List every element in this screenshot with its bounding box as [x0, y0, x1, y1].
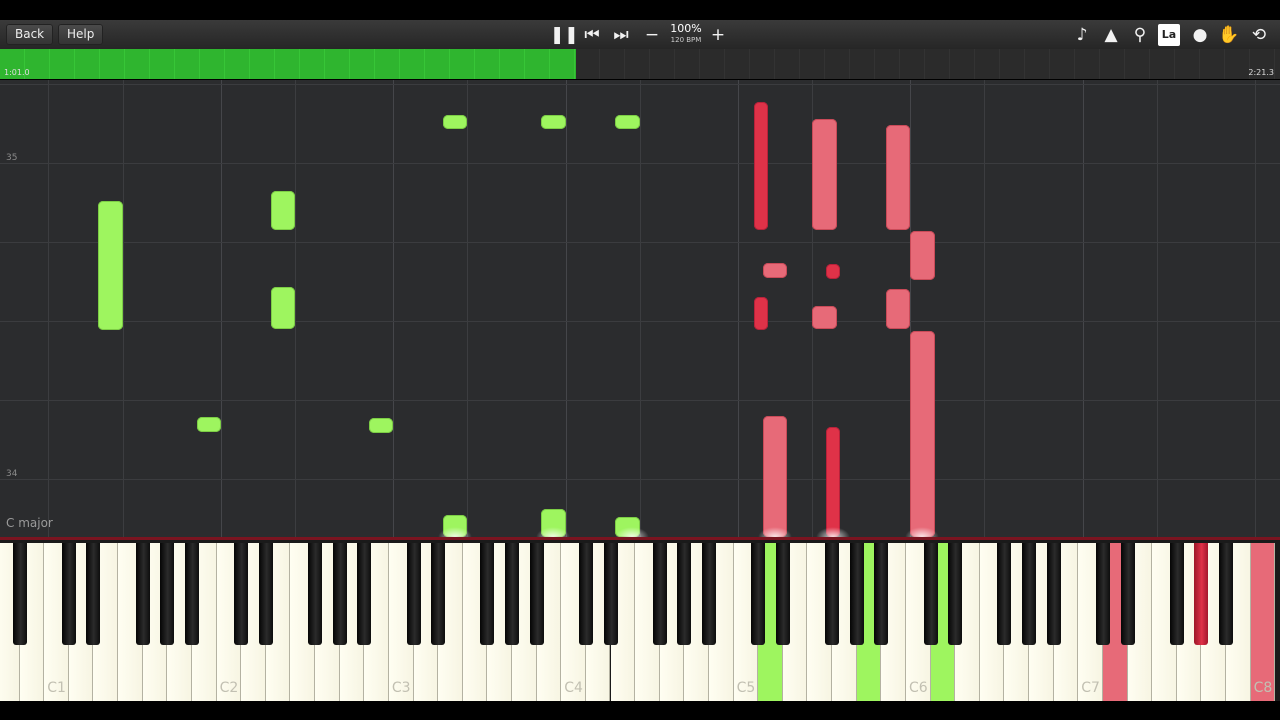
black-key[interactable]	[357, 543, 372, 645]
zoom-level: 100%	[670, 22, 702, 35]
black-key[interactable]	[258, 543, 273, 645]
black-key[interactable]	[1219, 543, 1233, 645]
label-icon[interactable]: La	[1158, 24, 1180, 46]
hit-sparkle	[905, 527, 939, 537]
elapsed-time: 1:01.0	[4, 68, 30, 77]
black-key[interactable]	[775, 543, 790, 645]
black-key[interactable]	[12, 543, 27, 645]
note-bar	[812, 119, 837, 230]
octave-label: C8	[1253, 680, 1273, 696]
back-button[interactable]: Back	[6, 24, 54, 45]
black-key[interactable]	[825, 543, 840, 645]
help-button[interactable]: Help	[58, 24, 104, 45]
skip-back-icon[interactable]: ⏮	[580, 23, 604, 47]
metronome-icon[interactable]: ▲	[1099, 23, 1123, 47]
black-key[interactable]	[480, 543, 495, 645]
octave-label: C2	[219, 680, 239, 696]
tempo-readout: 120 BPM	[670, 36, 702, 44]
black-key[interactable]	[948, 543, 963, 645]
black-key[interactable]	[603, 543, 618, 645]
hit-sparkle	[758, 527, 792, 537]
measure-label: 34	[6, 469, 18, 479]
black-key[interactable]	[578, 543, 593, 645]
hit-sparkle	[536, 527, 570, 537]
black-key[interactable]	[86, 543, 101, 645]
piano-keyboard: C1 C2 C3 C4 C5 C6 C7 C8	[0, 537, 1280, 701]
note-bar	[754, 102, 768, 230]
note-bar-playing	[763, 416, 787, 537]
black-key[interactable]	[997, 543, 1012, 645]
note-bar	[754, 297, 768, 330]
note-icon[interactable]: ♪	[1070, 23, 1094, 47]
note-bar	[886, 289, 910, 329]
key-signature-label: C major	[6, 516, 53, 530]
black-key[interactable]	[135, 543, 150, 645]
black-key[interactable]	[1095, 543, 1110, 645]
octave-label: C7	[1081, 680, 1100, 696]
octave-label: C3	[391, 680, 411, 696]
hit-sparkle	[438, 527, 472, 537]
progress-fill	[0, 49, 576, 79]
note-bar	[910, 231, 935, 280]
note-bar-playing	[826, 427, 840, 537]
white-key[interactable]: C8	[1250, 543, 1276, 701]
hit-sparkle	[816, 527, 850, 537]
black-key[interactable]	[505, 543, 520, 645]
black-key[interactable]	[652, 543, 667, 645]
black-key[interactable]	[406, 543, 421, 645]
black-key[interactable]	[332, 543, 347, 645]
black-key[interactable]	[923, 543, 938, 645]
black-key[interactable]	[677, 543, 692, 645]
black-key[interactable]	[751, 543, 766, 645]
note-bar	[615, 115, 640, 129]
note-bar	[98, 201, 123, 330]
location-pin-icon[interactable]: ●	[1188, 23, 1212, 47]
octave-label: C4	[564, 680, 583, 696]
progress-bar[interactable]: 1:01.0 2:21.3	[0, 49, 1280, 79]
note-bar	[886, 125, 910, 230]
total-time: 2:21.3	[1248, 68, 1274, 77]
pause-icon[interactable]: ❚❚	[550, 23, 579, 47]
black-key[interactable]	[234, 543, 249, 645]
black-key[interactable]	[529, 543, 544, 645]
black-key[interactable]	[308, 543, 323, 645]
black-key[interactable]	[160, 543, 175, 645]
hit-sparkle	[615, 527, 649, 537]
black-key[interactable]	[849, 543, 864, 645]
octave-label: C1	[47, 680, 66, 696]
black-key[interactable]	[1120, 543, 1135, 645]
black-key[interactable]	[184, 543, 199, 645]
note-bar	[826, 264, 840, 279]
note-bar	[812, 306, 837, 329]
note-bar	[369, 418, 393, 433]
measure-label: 35	[6, 153, 18, 163]
black-key[interactable]	[1022, 543, 1037, 645]
top-toolbar: Back Help ❚❚ ⏮ ⏭ − 100% 120 BPM + ♪ ▲ ⚲ …	[0, 20, 1280, 49]
skip-forward-icon[interactable]: ⏭	[609, 23, 633, 47]
loop-icon[interactable]: ⟲	[1247, 23, 1271, 47]
black-key[interactable]	[874, 543, 889, 645]
note-bar	[197, 417, 221, 432]
note-bar	[271, 191, 295, 230]
black-key[interactable]	[1046, 543, 1061, 645]
note-bar-playing	[910, 331, 935, 537]
octave-label: C5	[736, 680, 756, 696]
black-key[interactable]	[431, 543, 446, 645]
note-bar	[443, 115, 467, 129]
note-bar	[763, 263, 787, 278]
black-key[interactable]	[1194, 543, 1209, 645]
plus-icon[interactable]: +	[706, 23, 730, 47]
hand-icon[interactable]: ✋	[1217, 23, 1241, 47]
black-key[interactable]	[1169, 543, 1184, 645]
magnifier-icon[interactable]: ⚲	[1128, 23, 1152, 47]
note-bar	[541, 115, 566, 129]
octave-label: C6	[908, 680, 928, 696]
black-key[interactable]	[61, 543, 76, 645]
piano-roll: 35 34 C major	[0, 80, 1280, 537]
note-bar	[271, 287, 295, 329]
black-key[interactable]	[701, 543, 716, 645]
